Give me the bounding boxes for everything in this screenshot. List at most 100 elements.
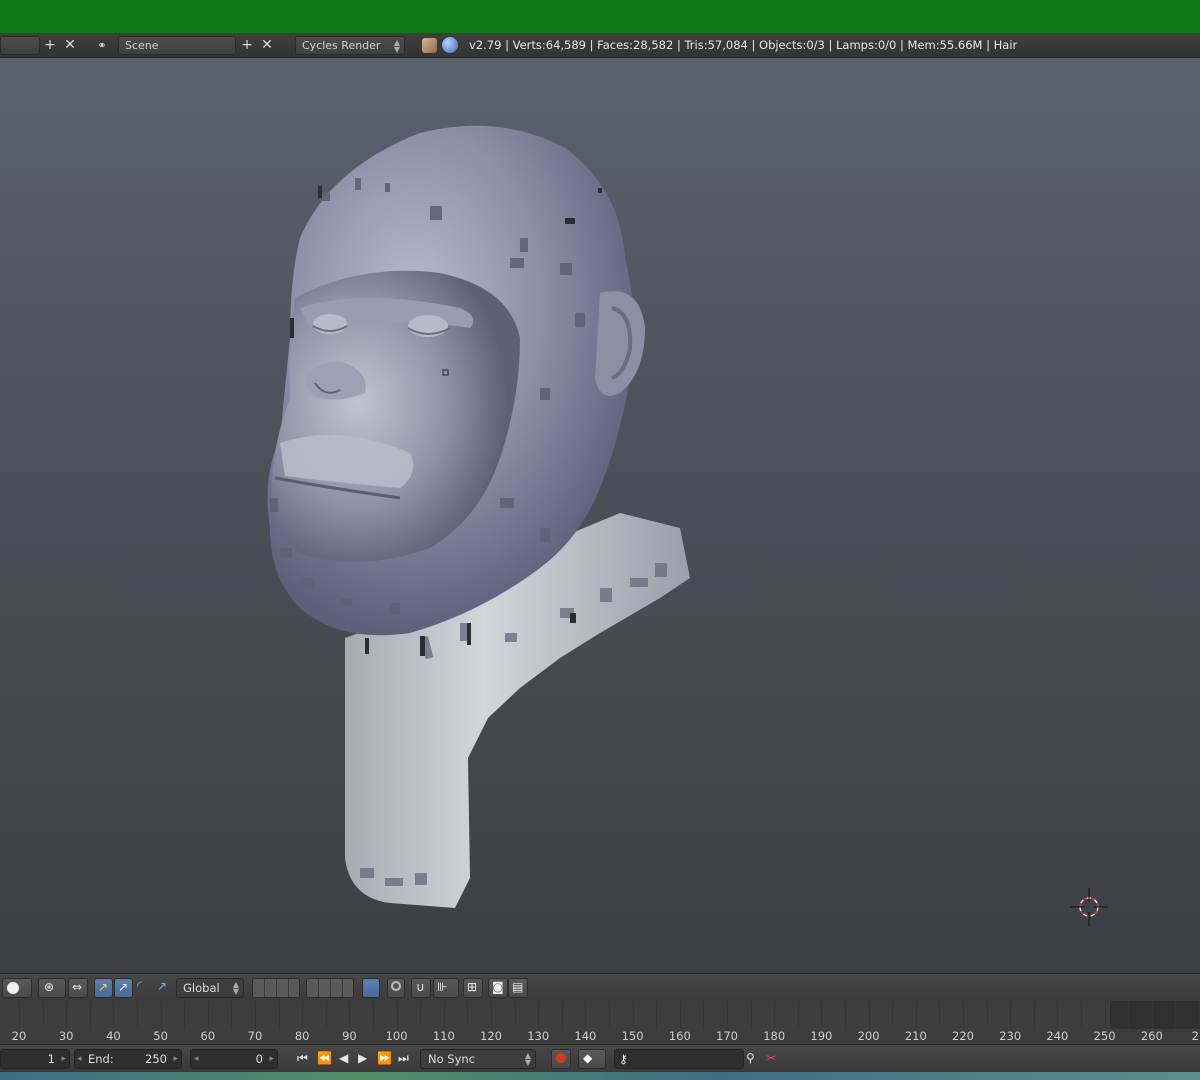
ruler-tick bbox=[892, 1001, 894, 1029]
ruler-tick bbox=[986, 1001, 988, 1029]
ruler-tick bbox=[797, 1001, 799, 1029]
ruler-tick bbox=[1033, 1001, 1035, 1029]
keyframe-diamond-icon: ◆ bbox=[583, 1051, 593, 1065]
ruler-label: 150 bbox=[621, 1029, 644, 1043]
add-scene-icon[interactable]: + bbox=[238, 36, 256, 55]
jump-to-previous-keyframe-icon[interactable]: ⏪ bbox=[317, 1051, 332, 1065]
scene-layers-button-2[interactable] bbox=[306, 978, 354, 998]
ruler-tick bbox=[585, 1001, 587, 1029]
3d-cursor-icon[interactable] bbox=[1070, 888, 1108, 926]
ruler-tick bbox=[538, 1001, 540, 1029]
ruler-tick bbox=[609, 1001, 610, 1029]
manipulator-icon: ⇔ bbox=[72, 980, 83, 994]
sync-mode-dropdown[interactable]: No Sync ▲ ▼ bbox=[420, 1049, 536, 1069]
screen-layout-field[interactable] bbox=[0, 36, 40, 55]
keying-set-button[interactable]: ◆ bbox=[578, 1049, 606, 1069]
end-frame-value: 250 bbox=[145, 1052, 167, 1066]
chimpanzee-bust-model bbox=[267, 125, 690, 908]
ruler-label: 180 bbox=[763, 1029, 786, 1043]
proportional-edit-icon bbox=[391, 981, 401, 991]
current-frame-field[interactable]: ◂ 0 ▸ bbox=[190, 1049, 278, 1069]
translate-icon: ↗ bbox=[98, 980, 109, 994]
end-frame-field[interactable]: ◂ End: 250 ▸ bbox=[74, 1049, 182, 1069]
ruler-tick bbox=[349, 1001, 351, 1029]
proportional-edit-button[interactable] bbox=[387, 978, 405, 998]
render-engine-dropdown[interactable]: Cycles Render ▲ ▼ bbox=[295, 36, 405, 55]
ruler-label: 20 bbox=[11, 1029, 27, 1043]
start-frame-field[interactable]: 1 ▸ bbox=[0, 1049, 70, 1069]
ruler-tick bbox=[1081, 1001, 1082, 1029]
ruler-tick bbox=[207, 1001, 209, 1029]
ruler-tick bbox=[1151, 1001, 1153, 1029]
snap-target-icon: ⊞ bbox=[467, 980, 478, 994]
ruler-label: 40 bbox=[106, 1029, 121, 1043]
opengl-render-button[interactable]: ◙ bbox=[488, 978, 508, 998]
manipulator-toggle-button[interactable]: ⇔ bbox=[68, 978, 88, 998]
delete-keyframe-icon[interactable]: ✂ bbox=[766, 1051, 776, 1065]
ruler-tick bbox=[821, 1001, 823, 1029]
scene-name-field[interactable]: Scene bbox=[118, 36, 236, 55]
solid-shading-icon bbox=[7, 982, 19, 994]
scene-layers-button[interactable] bbox=[252, 978, 300, 998]
play-reverse-icon[interactable]: ◀ bbox=[339, 1051, 348, 1065]
close-screen-layout-icon[interactable]: ✕ bbox=[61, 36, 79, 55]
ruler-label: 110 bbox=[432, 1029, 455, 1043]
increment-arrow-icon: ▸ bbox=[173, 1054, 178, 1064]
rotate-button[interactable]: ◜ bbox=[134, 978, 153, 998]
ruler-tick bbox=[373, 1001, 374, 1029]
ruler-tick bbox=[160, 1001, 162, 1029]
ruler-tick bbox=[255, 1001, 256, 1029]
close-scene-icon[interactable]: ✕ bbox=[258, 36, 276, 55]
ruler-tick bbox=[42, 1001, 44, 1029]
add-screen-layout-icon[interactable]: + bbox=[41, 36, 59, 55]
ruler-tick bbox=[868, 1001, 870, 1029]
render-engine-label: Cycles Render bbox=[302, 39, 381, 52]
rotate-manipulator-button[interactable]: ↗ bbox=[114, 978, 133, 998]
translate-manipulator-button[interactable]: ↗ bbox=[94, 978, 113, 998]
auto-keyframe-button[interactable] bbox=[551, 1049, 571, 1069]
ruler-label: 160 bbox=[668, 1029, 691, 1043]
snap-toggle-button[interactable]: ∪ bbox=[411, 978, 431, 998]
increment-arrow-icon: ▸ bbox=[61, 1054, 66, 1064]
active-keying-set-field[interactable]: ⚷ bbox=[614, 1049, 744, 1069]
ruler-tick bbox=[1057, 1001, 1059, 1029]
ruler-label: 210 bbox=[904, 1029, 927, 1043]
3d-viewport[interactable] bbox=[0, 58, 1200, 973]
jump-to-end-icon[interactable]: ⏭ bbox=[398, 1051, 409, 1066]
pivot-point-button[interactable]: ⊛ bbox=[38, 978, 66, 998]
snap-element-button[interactable]: ⊪ bbox=[433, 978, 459, 998]
move-arrow-icon: ↗ bbox=[118, 980, 129, 994]
jump-to-next-keyframe-icon[interactable]: ⏩ bbox=[377, 1051, 392, 1065]
ruler-label: 80 bbox=[294, 1029, 310, 1043]
scene-selector-icon[interactable]: ⚭ bbox=[88, 36, 116, 55]
viewport-shading-button[interactable] bbox=[2, 978, 32, 998]
lock-camera-layers-button[interactable] bbox=[362, 978, 380, 998]
ruler-label: 230 bbox=[999, 1029, 1022, 1043]
ruler-tick bbox=[491, 1001, 492, 1029]
snap-target-button[interactable]: ⊞ bbox=[463, 978, 483, 998]
ruler-tick bbox=[1104, 1001, 1106, 1029]
insert-keyframe-icon[interactable]: ⚲ bbox=[746, 1051, 755, 1065]
scale-button[interactable]: ↗ bbox=[154, 978, 173, 998]
timeline-ruler[interactable]: 20 30 40 50 60 70 80 90 100 110 120 130 140 150 160 170… bbox=[0, 1001, 1200, 1044]
ruler-tick bbox=[19, 1001, 20, 1029]
pivot-icon: ⊛ bbox=[44, 980, 55, 994]
ruler-tick bbox=[679, 1001, 681, 1029]
ruler-tick bbox=[325, 1001, 327, 1029]
ruler-tick bbox=[632, 1001, 634, 1029]
camera-icon: ◙ bbox=[492, 980, 504, 994]
transform-orientation-dropdown[interactable]: Global ▲ ▼ bbox=[176, 978, 244, 998]
opengl-animation-button[interactable]: ▤ bbox=[508, 978, 528, 998]
sync-mode-label: No Sync bbox=[428, 1052, 476, 1066]
jump-to-start-icon[interactable]: ⏮ bbox=[297, 1051, 308, 1066]
ruler-label: 220 bbox=[952, 1029, 974, 1043]
3d-view-header: ⊛ ⇔ ↗ ↗ ◜ ↗ Global ▲ ▼ ∪ ⊪ ⊞ ◙ ▤ bbox=[0, 973, 1200, 1001]
ruler-tick bbox=[396, 1001, 398, 1029]
world-sphere-icon bbox=[442, 37, 458, 53]
play-icon[interactable]: ▶ bbox=[358, 1051, 367, 1065]
scale-icon: ↗ bbox=[157, 979, 168, 993]
ruler-tick bbox=[231, 1001, 233, 1029]
ruler-tick bbox=[184, 1001, 186, 1029]
ruler-tick bbox=[774, 1001, 776, 1029]
ruler-label: 70 bbox=[247, 1029, 263, 1043]
